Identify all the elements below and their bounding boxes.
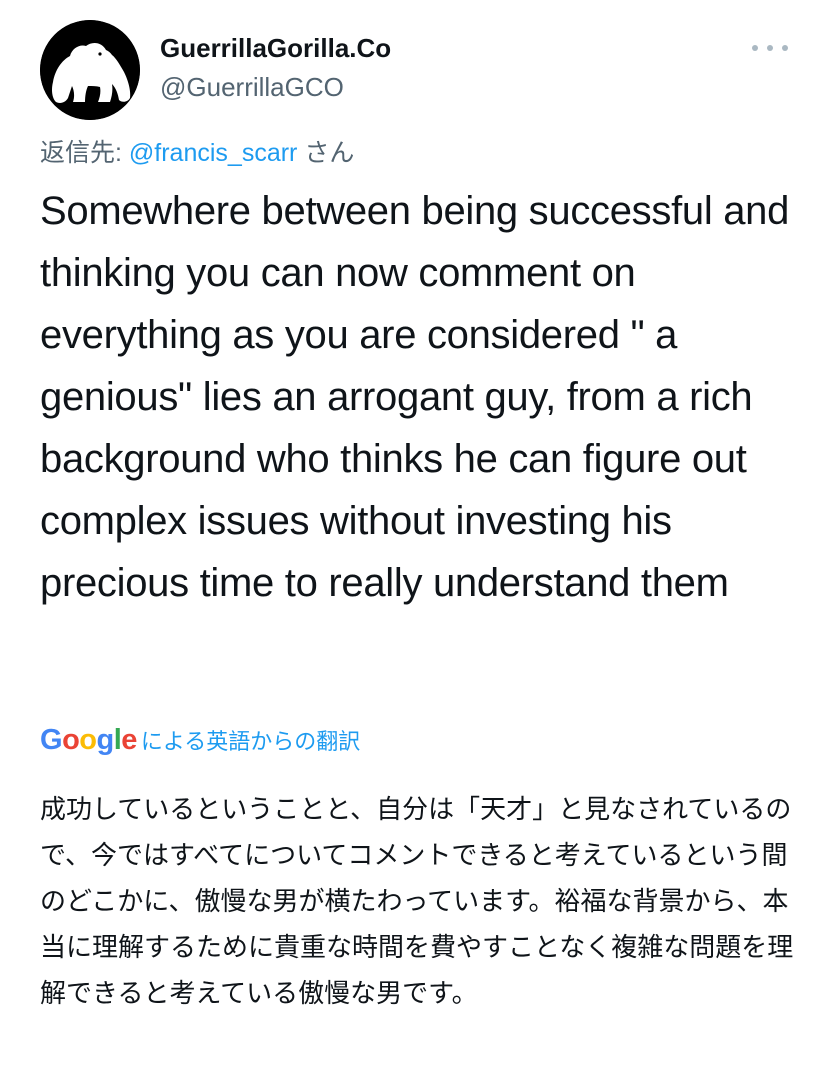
- author-display-name[interactable]: GuerrillaGorilla.Co: [160, 33, 391, 64]
- author-handle[interactable]: @GuerrillaGCO: [160, 72, 344, 103]
- replying-to: 返信先: @francis_scarr さん: [40, 133, 354, 169]
- google-logo-letter: o: [62, 723, 80, 756]
- tweet-text: Somewhere between being successful and t…: [40, 189, 790, 605]
- replying-to-suffix: さん: [297, 139, 355, 167]
- reply-mention-link[interactable]: @francis_scarr: [129, 139, 297, 167]
- translation-attribution: Google による英語からの翻訳: [40, 722, 360, 758]
- gorilla-avatar-icon: [40, 20, 140, 120]
- google-logo-letter: G: [40, 723, 63, 756]
- more-dot: [752, 45, 758, 51]
- translated-text: 成功しているということと、自分は「天才」と見なされているので、今ではすべてについ…: [40, 794, 794, 1008]
- more-dot: [767, 45, 773, 51]
- google-logo-letter: e: [121, 723, 137, 756]
- google-logo-letter: g: [96, 723, 115, 756]
- more-dots-icon[interactable]: [752, 36, 788, 60]
- replying-to-prefix: 返信先:: [40, 139, 129, 167]
- author-avatar[interactable]: [40, 20, 140, 120]
- translation-link[interactable]: による英語からの翻訳: [141, 724, 360, 756]
- google-logo-letter: o: [79, 723, 97, 756]
- more-dot: [782, 45, 788, 51]
- google-logo: Google: [40, 724, 137, 757]
